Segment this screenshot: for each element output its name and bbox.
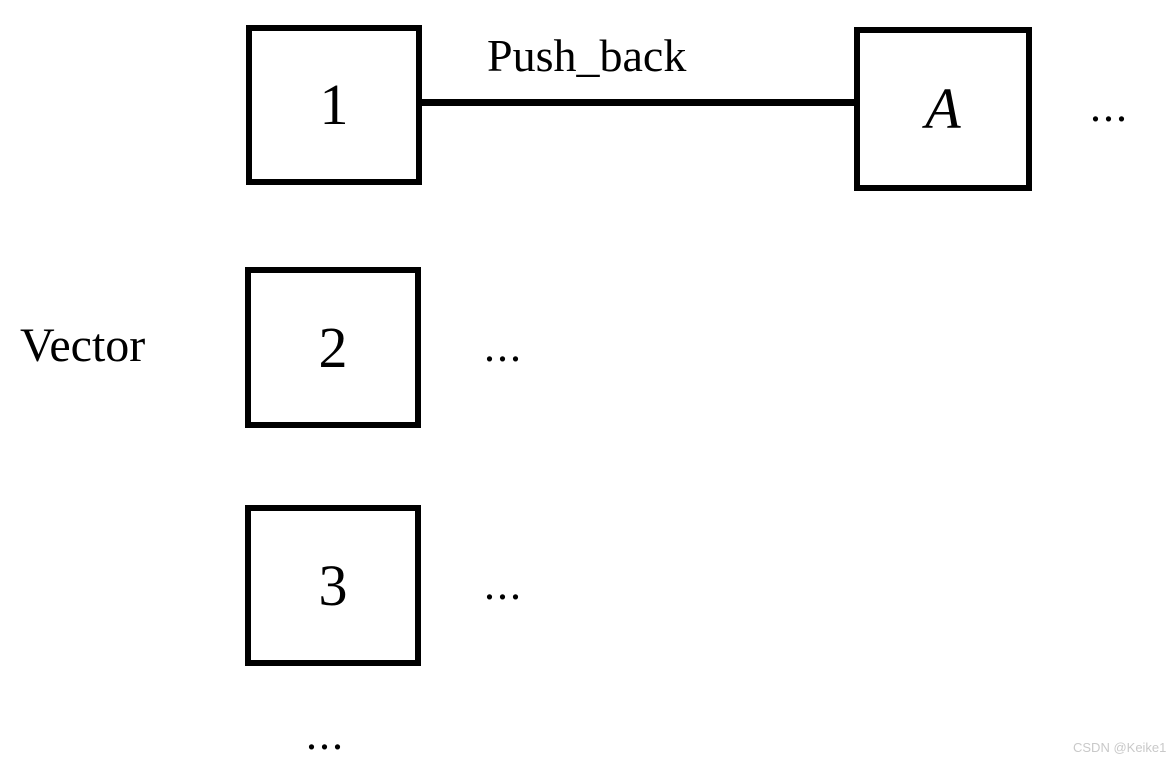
column-ellipsis: ... <box>306 710 345 759</box>
vector-cell-label-2: 2 <box>318 314 348 380</box>
watermark-text: CSDN @Keike1 <box>1073 740 1167 755</box>
vector-cell-box-1: 1 <box>246 25 422 185</box>
vector-container-label: Vector <box>20 319 146 372</box>
row2-ellipsis: ... <box>484 322 523 371</box>
vector-cell-label-3: 3 <box>318 552 348 618</box>
vector-cell-box-A: A <box>854 27 1032 191</box>
vector-cell-label-A: A <box>925 76 961 141</box>
vector-cell-label-1: 1 <box>319 72 349 137</box>
row3-ellipsis: ... <box>484 560 523 609</box>
push-back-connector <box>420 99 856 106</box>
row1-ellipsis: ... <box>1090 82 1129 131</box>
vector-cell-box-2: 2 <box>245 267 421 428</box>
vector-cell-box-3: 3 <box>245 505 421 666</box>
diagram-canvas: 1 Push_back A ... Vector 2 ... 3 ... ...… <box>0 0 1171 762</box>
push-back-edge-label: Push_back <box>487 30 687 81</box>
